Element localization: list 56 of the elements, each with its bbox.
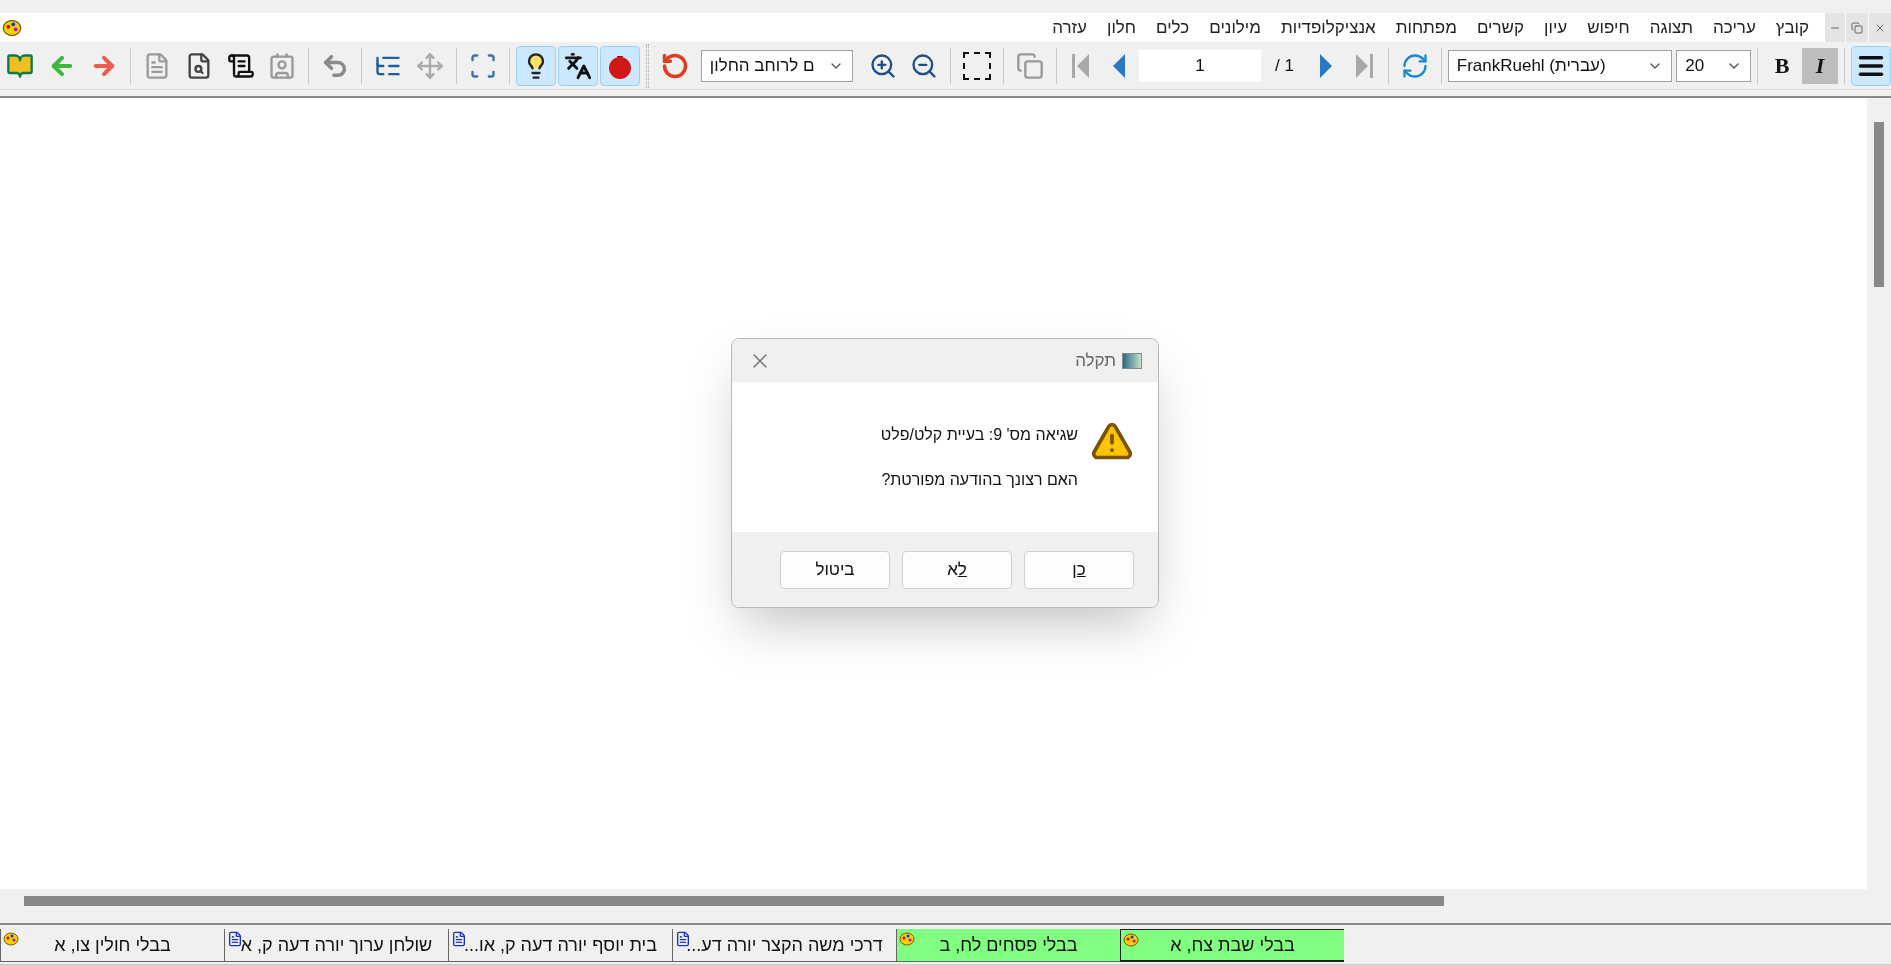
window-icon: [1122, 352, 1142, 369]
palette-icon: [899, 931, 915, 947]
zoom-in-icon: [868, 51, 897, 80]
menu-item[interactable]: חלון: [1107, 14, 1136, 41]
vertical-scrollbar[interactable]: [1867, 98, 1891, 913]
menu-item[interactable]: חיפוש: [1587, 14, 1630, 41]
page-total: / 1: [1275, 54, 1294, 77]
toolbar-button[interactable]: [516, 45, 557, 86]
dialog-button[interactable]: ביטול: [780, 550, 890, 589]
menu-item[interactable]: אנציקלופדיות: [1280, 14, 1376, 41]
justify-button[interactable]: [1851, 45, 1891, 86]
toolbar-button[interactable]: [558, 45, 598, 86]
restore-icon: [1851, 21, 1863, 34]
translate-icon: [564, 51, 592, 80]
menu-item[interactable]: קובץ: [1775, 14, 1809, 41]
dialog-button[interactable]: לא: [902, 550, 1012, 589]
move-icon: [416, 51, 445, 80]
first-page-icon: [1071, 51, 1092, 80]
menu-item[interactable]: עריכה: [1713, 14, 1756, 41]
page-number-field[interactable]: 1: [1139, 49, 1262, 82]
text-document-icon: [226, 51, 255, 80]
menu-item[interactable]: עיון: [1544, 14, 1568, 41]
sync-icon: [1400, 51, 1429, 80]
menu-item[interactable]: מפתחות: [1395, 14, 1457, 41]
document-tab[interactable]: בבלי פסחים לח, ב: [896, 929, 1120, 962]
document-icon: [451, 931, 467, 947]
app-icon: [2, 17, 22, 38]
document-tab[interactable]: דרכי משה הקצר יורה דע...: [672, 929, 896, 962]
pages-icon: [1016, 51, 1045, 80]
dialog-message: האם רצונך בהודעה מפורטת?: [880, 470, 1078, 490]
dialog-title: תקלה: [1075, 349, 1116, 372]
menu-item[interactable]: עזרה: [1052, 14, 1087, 41]
zoom-out-icon: [910, 51, 939, 80]
dialog-message: שגיאה מס' 9: בעיית קלט/פלט: [880, 425, 1078, 445]
bold-button[interactable]: B: [1764, 47, 1801, 84]
open-book-icon: [5, 51, 34, 80]
menu-item[interactable]: כלים: [1156, 14, 1190, 41]
document-tab[interactable]: בבלי שבת צח, א: [1120, 929, 1344, 962]
italic-button[interactable]: I: [1802, 47, 1839, 84]
zoom-mode-dropdown[interactable]: ם לרוחב החלון: [700, 49, 853, 82]
palette-icon: [1123, 932, 1139, 948]
document-tab[interactable]: בית יוסף יורה דעה ק, או...: [448, 929, 672, 962]
refresh-icon: [660, 51, 689, 80]
document-tab[interactable]: בבלי חולין צו, א: [0, 929, 224, 962]
document-tab[interactable]: שולחן ערוך יורה דעה ק, א: [224, 929, 448, 962]
menu-item[interactable]: תצוגה: [1649, 14, 1694, 41]
font-size-dropdown[interactable]: 20: [1676, 49, 1752, 82]
dashed-square-icon: [963, 51, 992, 80]
font-dropdown[interactable]: FrankRuehl (עברית): [1447, 49, 1673, 82]
document-icon: [227, 931, 243, 947]
contact-card-icon: [268, 51, 297, 80]
last-page-icon: [1353, 51, 1374, 80]
dialog-button[interactable]: כן: [1024, 550, 1134, 589]
menu-item[interactable]: קשרים: [1476, 14, 1525, 41]
palette-icon: [3, 931, 19, 947]
menu-item[interactable]: מילונים: [1209, 14, 1261, 41]
